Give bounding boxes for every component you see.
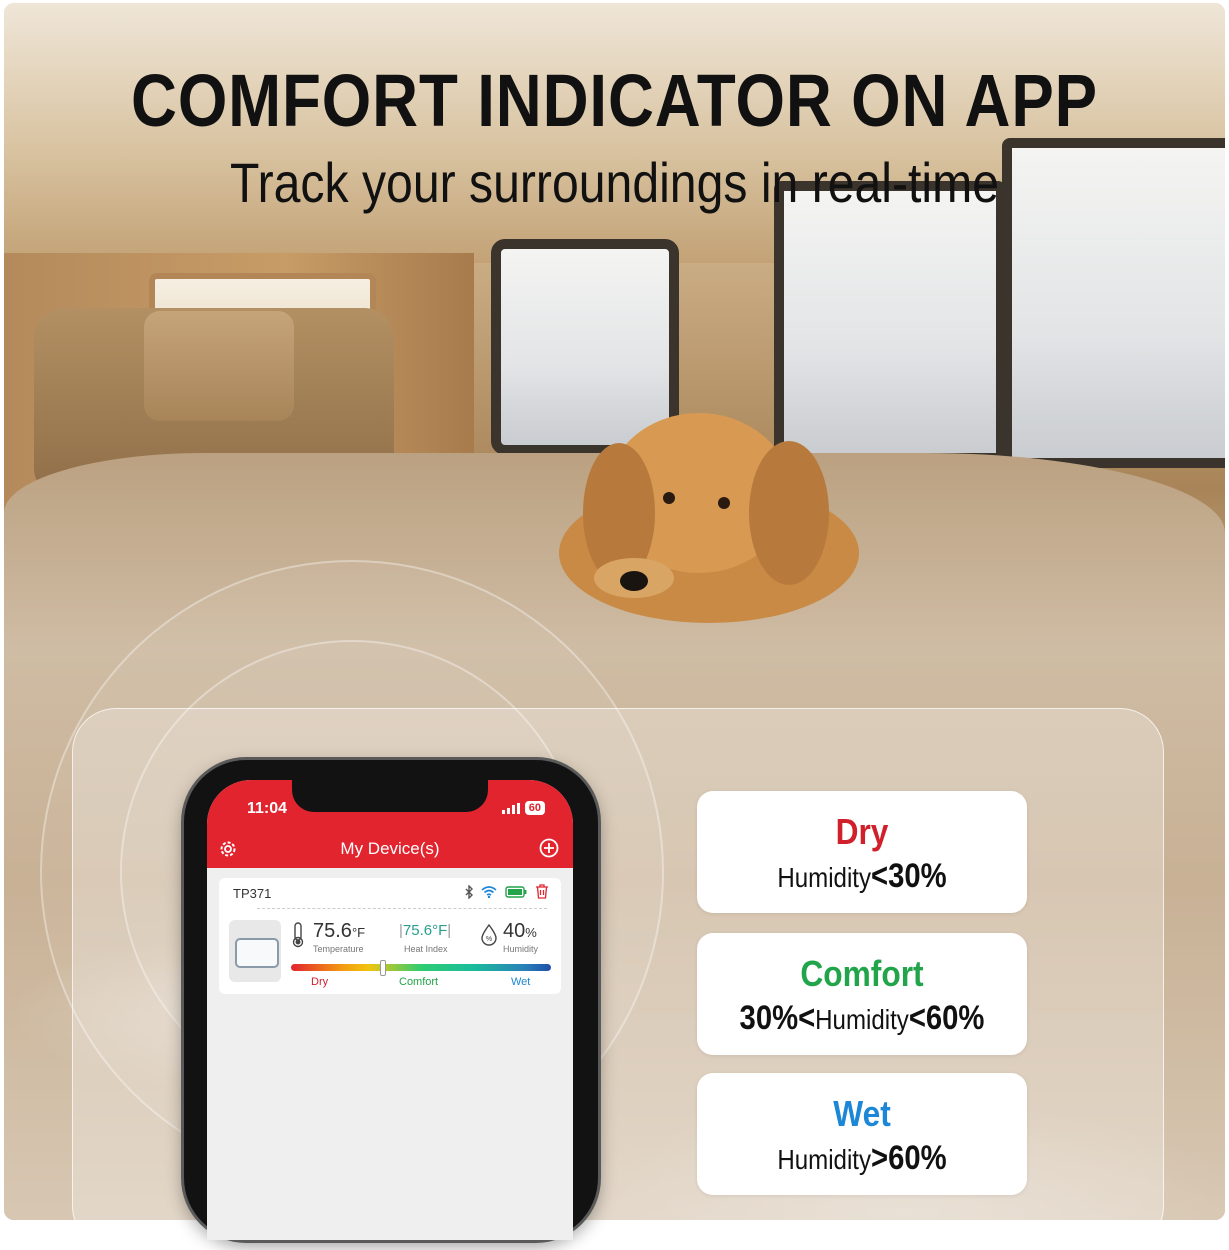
humidity-label: Humidity — [503, 944, 539, 954]
legend-card-dry: Dry Humidity<30% — [697, 791, 1027, 913]
thermometer-icon — [292, 922, 304, 948]
device-thumbnail — [229, 920, 281, 982]
legend-title: Wet — [833, 1093, 891, 1134]
temperature-unit: °F — [351, 925, 366, 940]
legend-title: Comfort — [800, 953, 924, 994]
headline-title: COMFORT INDICATOR ON APP — [131, 59, 1098, 142]
heat-index-value: 75.6°F — [402, 922, 448, 939]
app-title: My Device(s) — [340, 839, 440, 858]
temperature-label: Temperature — [313, 944, 364, 954]
heat-index-reading: |75.6°F| Heat Index — [399, 922, 452, 954]
legend-card-wet: Wet Humidity>60% — [697, 1073, 1027, 1195]
humidity-value: 40 — [503, 920, 526, 942]
water-drop-icon: % — [481, 924, 497, 946]
heat-index-label: Heat Index — [404, 944, 448, 954]
headline-subtitle: Track your surroundings in real-time — [229, 151, 1000, 214]
add-device-icon[interactable] — [539, 838, 559, 858]
legend-title: Dry — [835, 811, 889, 852]
comfort-scale-bar — [291, 964, 551, 971]
scale-label-comfort: Comfort — [399, 976, 439, 988]
dog-illustration — [559, 413, 859, 623]
divider — [257, 908, 547, 909]
status-bar: 60 — [501, 801, 545, 815]
device-name: TP371 — [233, 886, 272, 901]
temperature-value: 75.6 — [313, 920, 352, 942]
legend-range: Humidity>60% — [777, 1139, 947, 1177]
device-status-icons — [465, 884, 549, 899]
svg-text:%: % — [486, 936, 492, 943]
battery-icon: 60 — [524, 801, 545, 815]
humidity-unit: % — [525, 925, 537, 940]
comfort-indicator-marker — [380, 960, 386, 976]
scale-label-dry: Dry — [311, 976, 329, 988]
legend-range: Humidity<30% — [777, 857, 947, 895]
trash-icon[interactable] — [535, 884, 549, 899]
app-screen: 11:04 60 My Device(s) TP371 75.6°F Tempe… — [207, 780, 573, 1240]
app-header: 11:04 60 My Device(s) — [207, 780, 573, 868]
status-time: 11:04 — [247, 800, 288, 817]
battery-level-icon — [505, 885, 527, 898]
device-card[interactable]: TP371 75.6°F Temperature |75.6°F| Heat I… — [219, 878, 561, 994]
legend-range: 30%<Humidity<60% — [739, 999, 985, 1037]
signal-icon — [501, 802, 520, 814]
phone-notch — [292, 780, 488, 812]
device-image — [235, 938, 279, 968]
bluetooth-icon — [465, 884, 473, 899]
legend-card-comfort: Comfort 30%<Humidity<60% — [697, 933, 1027, 1055]
seat-headrest — [144, 311, 294, 421]
scale-label-wet: Wet — [511, 976, 531, 988]
wifi-icon — [481, 886, 497, 898]
